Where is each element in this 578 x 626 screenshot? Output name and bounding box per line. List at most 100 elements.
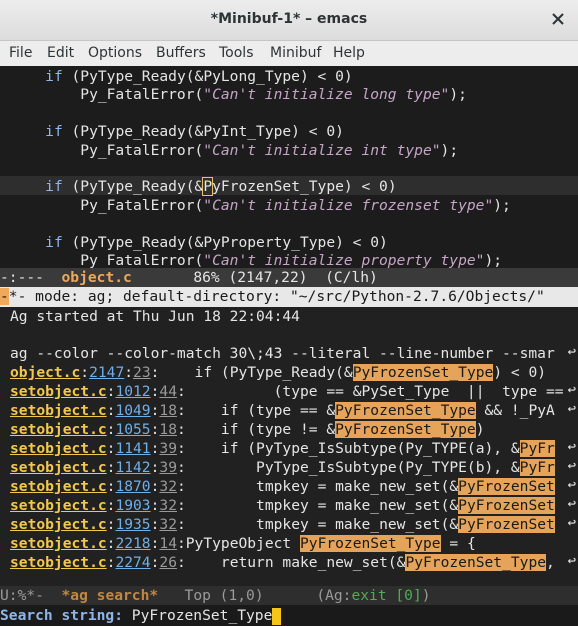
truncation-icon: ↩ [567, 401, 576, 417]
menu-help[interactable]: Help [333, 45, 365, 61]
code-line: Py_FatalError("Can't initialize frozense… [10, 196, 511, 214]
truncation-icon: ↩ [567, 344, 576, 360]
search-match: PyFrozenSet_Type [335, 421, 476, 438]
result-line-number[interactable]: 2147 [89, 364, 124, 381]
search-match: PyFrozenSet_Type [405, 554, 547, 571]
menu-bar: File Edit Options Buffers Tools Minibuf … [0, 41, 578, 67]
result-row[interactable]: setobject.c:1870:32: tmpkey = make_new_s… [10, 477, 555, 496]
result-file-link[interactable]: setobject.c [10, 535, 107, 552]
result-file-link[interactable]: setobject.c [10, 402, 107, 419]
menu-edit[interactable]: Edit [47, 45, 74, 61]
point-cursor: P [202, 177, 214, 197]
ag-results-window[interactable]: Ag started at Thu Jun 18 22:04:44 ag --co… [0, 287, 578, 586]
menu-tools[interactable]: Tools [219, 45, 254, 61]
search-string-input[interactable]: PyFrozenSet_Type [132, 607, 273, 624]
header-cursor: - [0, 288, 9, 305]
search-match: PyFr [519, 440, 555, 457]
code-line: if (PyType_Ready(&PyFrozenSet_Type) < 0) [45, 177, 397, 197]
result-row[interactable]: setobject.c:1142:39: PyType_IsSubtype(Py… [10, 458, 555, 477]
result-column: 44 [159, 383, 177, 400]
result-line-number[interactable]: 1049 [115, 402, 150, 419]
result-line-number[interactable]: 1870 [115, 478, 150, 495]
search-match: PyFr [519, 459, 555, 476]
result-row[interactable]: setobject.c:1012:44: (type == &PySet_Typ… [10, 382, 564, 401]
truncation-icon: ↩ [567, 458, 576, 474]
result-column: 39 [159, 440, 177, 457]
result-column: 32 [159, 497, 177, 514]
code-buffer-name[interactable]: object.c [62, 269, 132, 286]
result-column: 14 [159, 535, 177, 552]
keyword: if [45, 233, 63, 251]
text-cursor [272, 607, 282, 625]
result-row[interactable]: object.c:2147:23: if (PyType_Ready(&PyFr… [10, 363, 546, 382]
keyword: if [45, 178, 63, 196]
menu-file[interactable]: File [9, 45, 32, 61]
keyword: if [45, 123, 63, 141]
result-file-link[interactable]: setobject.c [10, 497, 107, 514]
truncation-icon: ↩ [567, 553, 576, 569]
truncation-icon: ↩ [567, 477, 576, 493]
result-line-number[interactable]: 2274 [115, 554, 150, 571]
close-icon[interactable] [550, 11, 566, 27]
code-modeline: -:--- object.c 86% (2147,22) (C/lh) [0, 268, 578, 287]
window-title: *Minibuf-1* – emacs [210, 11, 368, 27]
code-line: Py_FatalError("Can't initialize long typ… [10, 86, 467, 104]
result-file-link[interactable]: setobject.c [10, 421, 107, 438]
result-row[interactable]: setobject.c:1903:32: tmpkey = make_new_s… [10, 496, 555, 515]
string-literal: "Can't initialize frozenset type" [203, 196, 494, 214]
result-row[interactable]: setobject.c:2274:26: return make_new_set… [10, 553, 555, 572]
result-row[interactable]: setobject.c:1935:32: tmpkey = make_new_s… [10, 515, 555, 534]
result-row[interactable]: setobject.c:2218:14:PyTypeObject PyFroze… [10, 534, 476, 553]
result-line-number[interactable]: 1903 [115, 497, 150, 514]
result-column: 26 [159, 554, 177, 571]
result-line-number[interactable]: 1012 [115, 383, 150, 400]
result-line-number[interactable]: 1935 [115, 516, 150, 533]
result-file-link[interactable]: setobject.c [10, 440, 107, 457]
menu-buffers[interactable]: Buffers [156, 45, 206, 61]
truncation-icon: ↩ [567, 515, 576, 531]
result-line-number[interactable]: 1142 [115, 459, 150, 476]
keyword: if [45, 68, 63, 85]
search-match: PyFrozenSet_Type [300, 535, 441, 552]
result-line-number[interactable]: 1141 [115, 440, 150, 457]
search-match: PyFrozenSet_Type [335, 402, 476, 419]
result-column: 18 [159, 421, 177, 438]
ag-header-line: -*- mode: ag; default-directory: "~/src/… [0, 287, 578, 307]
search-match: PyFrozenSet [458, 516, 555, 533]
code-window[interactable]: if (PyType_Ready(&PyLong_Type) < 0) Py_F… [0, 66, 578, 268]
result-file-link[interactable]: setobject.c [10, 478, 107, 495]
result-line-number[interactable]: 1055 [115, 421, 150, 438]
result-file-link[interactable]: setobject.c [10, 554, 107, 571]
ag-command-line: ag --color --color-match 30\;43 --litera… [10, 345, 555, 362]
result-line-number[interactable]: 2218 [115, 535, 150, 552]
ag-exit-status: exit [0] [351, 587, 422, 604]
menu-options[interactable]: Options [88, 45, 142, 61]
result-row[interactable]: setobject.c:1049:18: if (type == &PyFroz… [10, 401, 555, 420]
minibuffer-prompt: Search string: [0, 607, 132, 624]
search-match: PyFrozenSet [458, 497, 555, 514]
menu-minibuf[interactable]: Minibuf [270, 45, 321, 61]
string-literal: "Can't initialize int type" [203, 141, 441, 159]
code-line: if (PyType_Ready(&PyProperty_Type) < 0) [45, 233, 388, 251]
result-file-link[interactable]: setobject.c [10, 383, 107, 400]
code-line: Py_FatalError("Can't initialize int type… [10, 141, 459, 159]
minibuffer[interactable]: Search string: PyFrozenSet_Type [0, 605, 578, 626]
result-file-link[interactable]: setobject.c [10, 459, 107, 476]
code-line: Py_FatalError("Can't initialize property… [10, 252, 503, 268]
result-column: 39 [159, 459, 177, 476]
result-column: 32 [159, 516, 177, 533]
truncation-icon: ↩ [567, 382, 576, 398]
string-literal: "Can't initialize long type" [203, 86, 450, 104]
result-file-link[interactable]: setobject.c [10, 516, 107, 533]
title-bar: *Minibuf-1* – emacs [0, 0, 578, 41]
result-row[interactable]: setobject.c:1055:18: if (type != &PyFroz… [10, 420, 485, 439]
code-line: if (PyType_Ready(&PyInt_Type) < 0) [45, 123, 344, 141]
code-line: if (PyType_Ready(&PyLong_Type) < 0) [45, 68, 353, 85]
truncation-icon: ↩ [567, 439, 576, 455]
result-row[interactable]: setobject.c:1141:39: if (PyType_IsSubtyp… [10, 439, 555, 458]
ag-buffer-name[interactable]: *ag search* [62, 587, 159, 604]
string-literal: "Can't initialize property type" [203, 252, 485, 268]
result-file-link[interactable]: object.c [10, 364, 80, 381]
ag-started-line: Ag started at Thu Jun 18 22:04:44 [10, 308, 300, 325]
result-column: 18 [159, 402, 177, 419]
